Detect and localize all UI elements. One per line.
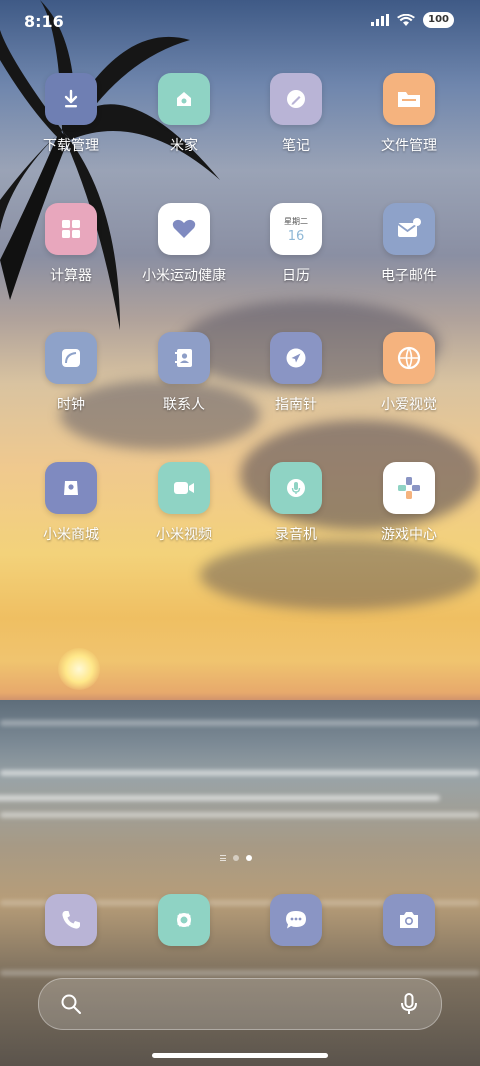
dock-gallery-button[interactable] xyxy=(158,894,210,946)
mijia-icon[interactable] xyxy=(158,73,210,125)
gallery-icon xyxy=(172,908,196,932)
page-dot xyxy=(233,855,239,861)
search-icon[interactable] xyxy=(59,992,83,1016)
download-icon[interactable] xyxy=(45,73,97,125)
app-compass[interactable]: 指南针 xyxy=(241,332,351,414)
status-bar: 8:16 100 xyxy=(0,0,480,44)
app-label: 游戏中心 xyxy=(381,527,437,543)
app-label: 日历 xyxy=(282,268,310,284)
status-time: 8:16 xyxy=(24,12,64,31)
phone-icon xyxy=(59,908,83,932)
compass-icon[interactable] xyxy=(270,332,322,384)
calendar-day: 16 xyxy=(287,229,305,244)
app-contacts[interactable]: 联系人 xyxy=(129,332,239,414)
app-video[interactable]: 小米视频 xyxy=(129,462,239,544)
app-recorder[interactable]: 录音机 xyxy=(241,462,351,544)
app-folder[interactable]: 文件管理 xyxy=(354,73,464,155)
app-mijia[interactable]: 米家 xyxy=(129,73,239,155)
home-indicator[interactable] xyxy=(152,1053,328,1058)
app-label: 时钟 xyxy=(57,397,85,413)
app-game-center[interactable]: 游戏中心 xyxy=(354,462,464,544)
message-icon xyxy=(283,908,309,932)
page-dot-active xyxy=(246,855,252,861)
microphone-icon[interactable] xyxy=(397,992,421,1016)
clock-icon[interactable] xyxy=(45,332,97,384)
wifi-icon xyxy=(397,13,416,26)
app-label: 电子邮件 xyxy=(381,268,437,284)
dock-camera-button[interactable] xyxy=(383,894,435,946)
app-label: 小米运动健康 xyxy=(142,268,226,284)
app-label: 笔记 xyxy=(282,138,310,154)
folder-icon[interactable] xyxy=(383,73,435,125)
email-icon[interactable] xyxy=(383,203,435,255)
calculator-icon[interactable] xyxy=(45,203,97,255)
palm-tree xyxy=(0,0,220,330)
calendar-icon[interactable]: 星期二 16 xyxy=(270,203,322,255)
app-label: 下载管理 xyxy=(43,138,99,154)
battery-indicator: 100 xyxy=(423,12,454,28)
app-label: 指南针 xyxy=(275,397,317,413)
app-email[interactable]: 电子邮件 xyxy=(354,203,464,285)
app-heart[interactable]: 小米运动健康 xyxy=(129,203,239,285)
sun xyxy=(58,648,100,690)
app-mi-store[interactable]: 小米商城 xyxy=(16,462,126,544)
recorder-icon[interactable] xyxy=(270,462,322,514)
page-indicator[interactable] xyxy=(220,855,252,861)
app-xiaoai-vision[interactable]: 小爱视觉 xyxy=(354,332,464,414)
app-calculator[interactable]: 计算器 xyxy=(16,203,126,285)
camera-icon xyxy=(396,908,422,932)
signal-icon xyxy=(371,14,390,26)
app-download[interactable]: 下载管理 xyxy=(16,73,126,155)
app-clock[interactable]: 时钟 xyxy=(16,332,126,414)
notes-icon[interactable] xyxy=(270,73,322,125)
calendar-weekday: 星期二 xyxy=(284,217,308,226)
app-label: 文件管理 xyxy=(381,138,437,154)
dock-messages-button[interactable] xyxy=(270,894,322,946)
heart-icon[interactable] xyxy=(158,203,210,255)
app-label: 米家 xyxy=(170,138,198,154)
search-bar[interactable] xyxy=(38,978,442,1030)
app-label: 小米视频 xyxy=(156,527,212,543)
app-label: 小爱视觉 xyxy=(381,397,437,413)
app-label: 计算器 xyxy=(50,268,92,284)
game-center-icon[interactable] xyxy=(383,462,435,514)
app-label: 录音机 xyxy=(275,527,317,543)
video-icon[interactable] xyxy=(158,462,210,514)
app-notes[interactable]: 笔记 xyxy=(241,73,351,155)
contacts-icon[interactable] xyxy=(158,332,210,384)
dock-phone-button[interactable] xyxy=(45,894,97,946)
page-indicator-list xyxy=(220,855,226,861)
mi-store-icon[interactable] xyxy=(45,462,97,514)
app-label: 小米商城 xyxy=(43,527,99,543)
app-label: 联系人 xyxy=(163,397,205,413)
xiaoai-vision-icon[interactable] xyxy=(383,332,435,384)
app-calendar[interactable]: 星期二 16 日历 xyxy=(241,203,351,285)
